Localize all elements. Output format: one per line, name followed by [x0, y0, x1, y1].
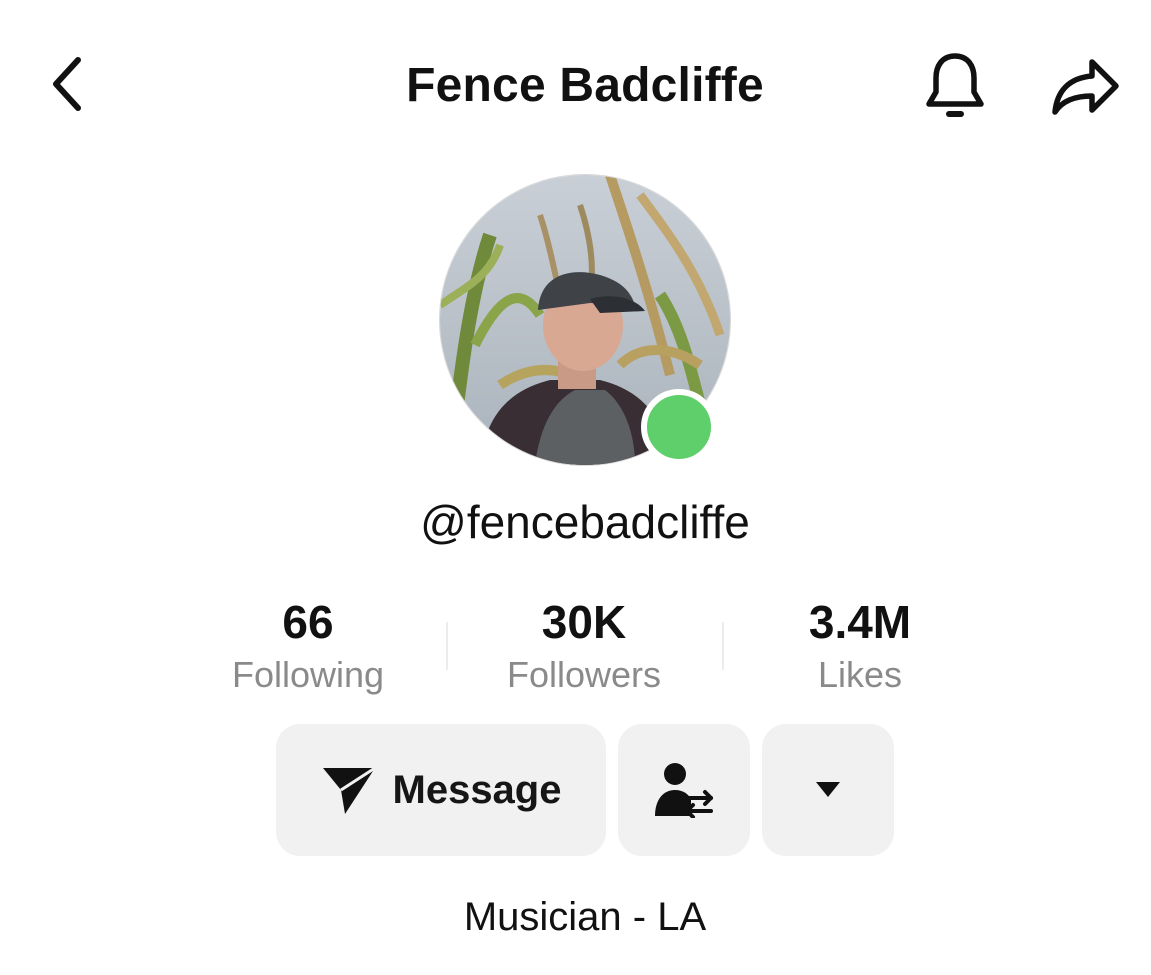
profile-bio: Musician - LA	[463, 895, 707, 939]
followers-label: Followers	[506, 654, 662, 695]
caret-down-icon	[816, 782, 840, 797]
stat-following[interactable]: 66 Following	[170, 592, 446, 700]
message-button-label: Message	[392, 767, 562, 812]
following-count: 66	[282, 596, 334, 648]
online-status-indicator	[641, 389, 717, 465]
followers-count: 30K	[541, 596, 627, 648]
likes-label: Likes	[817, 654, 903, 695]
share-button[interactable]	[1044, 48, 1128, 124]
message-button[interactable]: Message	[276, 724, 606, 856]
likes-count: 3.4M	[808, 596, 912, 648]
share-arrow-icon	[1052, 59, 1119, 115]
notifications-button[interactable]	[918, 48, 992, 124]
username-handle: @fencebadcliffe	[420, 496, 750, 548]
stat-likes[interactable]: 3.4M Likes	[722, 592, 998, 700]
more-options-button[interactable]	[762, 724, 894, 856]
bell-icon	[926, 53, 984, 117]
person-swap-icon	[655, 763, 713, 818]
following-label: Following	[231, 654, 385, 695]
profile-stats: 66 Following 30K Followers 3.4M Likes	[170, 592, 998, 712]
paper-plane-icon	[322, 766, 376, 814]
profile-actions: Message	[276, 724, 896, 856]
top-bar: Fence Badcliffe	[0, 0, 1151, 170]
friend-status-button[interactable]	[618, 724, 750, 856]
profile-avatar-container	[439, 174, 731, 466]
stat-followers[interactable]: 30K Followers	[446, 592, 722, 700]
